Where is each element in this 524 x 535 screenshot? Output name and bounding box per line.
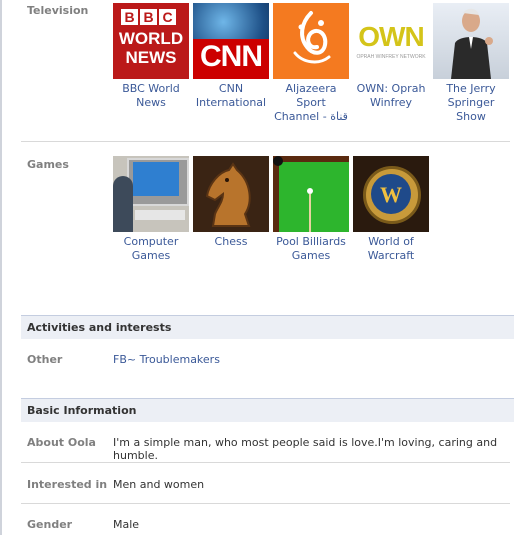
other-label: Other xyxy=(27,353,63,366)
jerry-springer-photo[interactable] xyxy=(433,3,509,79)
tv-caption-cnn[interactable]: CNN International xyxy=(193,82,269,110)
cnn-logo-text: CNN xyxy=(200,40,263,73)
tv-caption-own[interactable]: OWN: Oprah Winfrey xyxy=(353,82,429,110)
game-item-world-of-warcraft[interactable]: W World of Warcraft xyxy=(353,156,429,263)
tv-item-own[interactable]: OWN OPRAH WINFREY NETWORK OWN: Oprah Win… xyxy=(353,3,429,124)
tv-item-jerry-springer[interactable]: The Jerry Springer Show xyxy=(433,3,509,124)
world-of-warcraft-image[interactable]: W xyxy=(353,156,429,232)
television-label: Television xyxy=(27,4,89,17)
interested-in-label: Interested in xyxy=(27,478,108,491)
other-value-link[interactable]: FB~ Troublemakers xyxy=(113,353,220,366)
television-grid: B B C WORLD NEWS BBC World News CNN CNN … xyxy=(113,3,513,124)
divider xyxy=(21,141,510,142)
activities-section-title: Activities and interests xyxy=(27,321,172,334)
divider xyxy=(21,503,510,504)
wow-emblem-icon: W xyxy=(380,182,402,207)
bbc-logo-image[interactable]: B B C WORLD NEWS xyxy=(113,3,189,79)
aljazeera-logo-image[interactable] xyxy=(273,3,349,79)
left-border xyxy=(0,0,2,535)
game-item-computer-games[interactable]: Computer Games xyxy=(113,156,189,263)
basic-info-section-title: Basic Information xyxy=(27,404,137,417)
about-value: I'm a simple man, who most people said i… xyxy=(113,436,498,462)
chess-image[interactable] xyxy=(193,156,269,232)
bbc-logo-text: WORLD NEWS xyxy=(118,29,184,67)
game-caption-pool-billiards[interactable]: Pool Billiards Games xyxy=(273,235,349,263)
game-caption-chess[interactable]: Chess xyxy=(193,235,269,249)
games-label: Games xyxy=(27,158,69,171)
own-logo-text: OWN xyxy=(358,21,424,52)
gender-label: Gender xyxy=(27,518,73,531)
games-grid: Computer Games Chess Pool Billiards Game… xyxy=(113,156,433,263)
tv-caption-aljazeera[interactable]: Aljazeera Sport Channel - قناة xyxy=(273,82,349,124)
tv-item-cnn[interactable]: CNN CNN International xyxy=(193,3,269,124)
own-logo-image[interactable]: OWN OPRAH WINFREY NETWORK xyxy=(353,3,429,79)
aljazeera-calligraphy-icon xyxy=(293,11,331,64)
computer-games-image[interactable] xyxy=(113,156,189,232)
interested-in-value: Men and women xyxy=(113,478,205,491)
cnn-logo-image[interactable]: CNN xyxy=(193,3,269,79)
chess-knight-icon xyxy=(205,162,251,227)
tv-item-aljazeera[interactable]: Aljazeera Sport Channel - قناة xyxy=(273,3,349,124)
person-silhouette-icon xyxy=(451,8,493,79)
basic-info-section-header: Basic Information xyxy=(21,398,514,422)
game-caption-world-of-warcraft[interactable]: World of Warcraft xyxy=(353,235,429,263)
gender-value: Male xyxy=(113,518,140,531)
pool-billiards-image[interactable] xyxy=(273,156,349,232)
game-item-chess[interactable]: Chess xyxy=(193,156,269,263)
activities-section-header: Activities and interests xyxy=(21,315,514,339)
game-caption-computer-games[interactable]: Computer Games xyxy=(113,235,189,263)
own-logo-subtext: OPRAH WINFREY NETWORK xyxy=(356,54,426,60)
tv-caption-jerry-springer[interactable]: The Jerry Springer Show xyxy=(433,82,509,124)
about-label: About Oola xyxy=(27,436,96,449)
game-item-pool-billiards[interactable]: Pool Billiards Games xyxy=(273,156,349,263)
tv-item-bbc[interactable]: B B C WORLD NEWS BBC World News xyxy=(113,3,189,124)
divider xyxy=(21,462,510,463)
tv-caption-bbc[interactable]: BBC World News xyxy=(113,82,189,110)
